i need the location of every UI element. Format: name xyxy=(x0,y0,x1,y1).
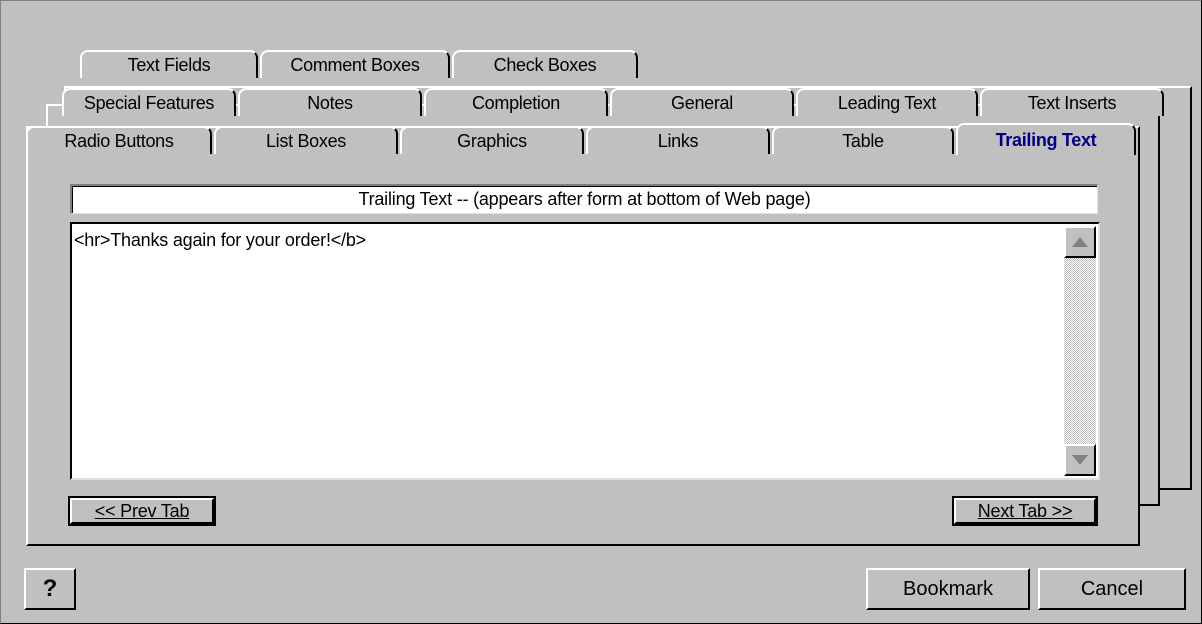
tab-notes[interactable]: Notes xyxy=(238,88,422,116)
arrow-down-icon xyxy=(1072,455,1088,465)
tab-leading-text[interactable]: Leading Text xyxy=(796,88,978,116)
tab-text-inserts[interactable]: Text Inserts xyxy=(980,88,1164,116)
tab-text-fields[interactable]: Text Fields xyxy=(80,50,258,78)
cancel-button[interactable]: Cancel xyxy=(1038,568,1186,610)
arrow-up-icon xyxy=(1072,237,1088,247)
next-tab-button[interactable]: Next Tab >> xyxy=(952,496,1098,526)
tab-radio-buttons[interactable]: Radio Buttons xyxy=(26,126,212,154)
tab-general[interactable]: General xyxy=(610,88,794,116)
tab-trailing-text[interactable]: Trailing Text xyxy=(956,123,1136,155)
field-title-label: Trailing Text -- (appears after form at … xyxy=(70,184,1098,214)
trailing-text-input[interactable]: <hr>Thanks again for your order!</b> xyxy=(70,222,1100,480)
vertical-scrollbar[interactable] xyxy=(1064,226,1096,476)
help-icon: ? xyxy=(42,575,58,602)
scroll-down-button[interactable] xyxy=(1064,444,1096,476)
prev-tab-button[interactable]: << Prev Tab xyxy=(68,496,216,526)
tab-list-boxes[interactable]: List Boxes xyxy=(214,126,398,154)
tab-comment-boxes[interactable]: Comment Boxes xyxy=(260,50,450,78)
tab-special-features[interactable]: Special Features xyxy=(62,88,236,116)
tab-table[interactable]: Table xyxy=(772,126,954,154)
tab-graphics[interactable]: Graphics xyxy=(400,126,584,154)
bookmark-button[interactable]: Bookmark xyxy=(866,568,1030,610)
tab-links[interactable]: Links xyxy=(586,126,770,154)
help-button[interactable]: ? xyxy=(24,568,76,610)
scroll-up-button[interactable] xyxy=(1064,226,1096,258)
tab-completion[interactable]: Completion xyxy=(424,88,608,116)
tab-check-boxes[interactable]: Check Boxes xyxy=(452,50,638,78)
trailing-text-value: <hr>Thanks again for your order!</b> xyxy=(74,230,366,250)
